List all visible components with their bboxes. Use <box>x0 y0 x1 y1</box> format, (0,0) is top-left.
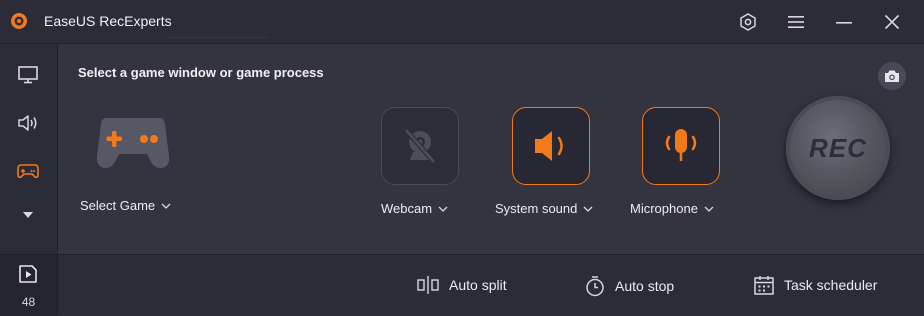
camera-icon <box>885 70 899 82</box>
task-scheduler-label: Task scheduler <box>784 277 878 293</box>
close-icon <box>884 14 900 30</box>
speaker-on-icon <box>535 131 563 161</box>
menu-button[interactable] <box>784 10 808 34</box>
auto-stop-button[interactable]: Auto stop <box>585 275 674 297</box>
speaker-icon <box>18 115 37 131</box>
title-bar: EaseUS RecExperts <box>0 0 924 44</box>
microphone-toggle[interactable] <box>642 107 720 185</box>
select-game-label: Select Game <box>80 198 156 213</box>
sidebar-item-screen[interactable] <box>14 63 42 87</box>
record-button[interactable]: REC <box>786 96 890 200</box>
webcam-label: Webcam <box>381 201 433 216</box>
triangle-down-icon <box>23 212 33 218</box>
microphone-dropdown[interactable]: Microphone <box>630 201 714 216</box>
gamepad-icon <box>17 164 39 179</box>
footer-toolbar: Auto split Auto stop Task scheduler <box>58 254 924 316</box>
settings-button[interactable] <box>736 10 760 34</box>
auto-stop-label: Auto stop <box>615 278 675 294</box>
auto-split-label: Auto split <box>449 277 507 293</box>
settings-icon <box>740 13 756 31</box>
task-scheduler-button[interactable]: Task scheduler <box>754 275 877 295</box>
title-divider <box>168 37 268 38</box>
chevron-down-icon <box>583 206 593 212</box>
webcam-toggle[interactable] <box>381 107 459 185</box>
timer-icon <box>586 276 604 297</box>
minimize-icon <box>836 22 852 24</box>
recordings-panel[interactable]: 48 <box>0 254 57 316</box>
chevron-down-icon <box>438 206 448 212</box>
record-button-label: REC <box>809 132 867 163</box>
split-icon <box>417 276 439 294</box>
close-button[interactable] <box>880 10 904 34</box>
recordings-count: 48 <box>21 295 36 309</box>
system-sound-toggle[interactable] <box>512 107 590 185</box>
minimize-button[interactable] <box>832 10 856 34</box>
recordings-icon <box>19 265 37 283</box>
app-title: EaseUS RecExperts <box>44 13 172 29</box>
monitor-icon <box>18 66 38 84</box>
screenshot-button[interactable] <box>878 62 906 90</box>
auto-split-button[interactable]: Auto split <box>417 275 507 295</box>
sidebar-item-game[interactable] <box>14 159 42 183</box>
menu-icon <box>788 16 804 28</box>
app-logo-icon <box>11 13 27 29</box>
main-panel: Select a game window or game process Sel… <box>58 44 924 254</box>
sidebar-expand-button[interactable] <box>14 203 42 227</box>
select-game-dropdown[interactable]: Select Game <box>80 198 171 213</box>
calendar-icon <box>754 276 774 295</box>
chevron-down-icon <box>704 206 714 212</box>
microphone-icon <box>665 129 697 161</box>
sidebar-item-audio[interactable] <box>14 111 42 135</box>
sidebar: 48 <box>0 44 58 316</box>
microphone-label: Microphone <box>630 201 698 216</box>
chevron-down-icon <box>161 203 171 209</box>
game-controller-icon[interactable] <box>96 114 170 172</box>
page-title: Select a game window or game process <box>78 65 324 80</box>
webcam-off-icon <box>404 128 436 164</box>
system-sound-dropdown[interactable]: System sound <box>495 201 593 216</box>
webcam-dropdown[interactable]: Webcam <box>381 201 448 216</box>
system-sound-label: System sound <box>495 201 578 216</box>
